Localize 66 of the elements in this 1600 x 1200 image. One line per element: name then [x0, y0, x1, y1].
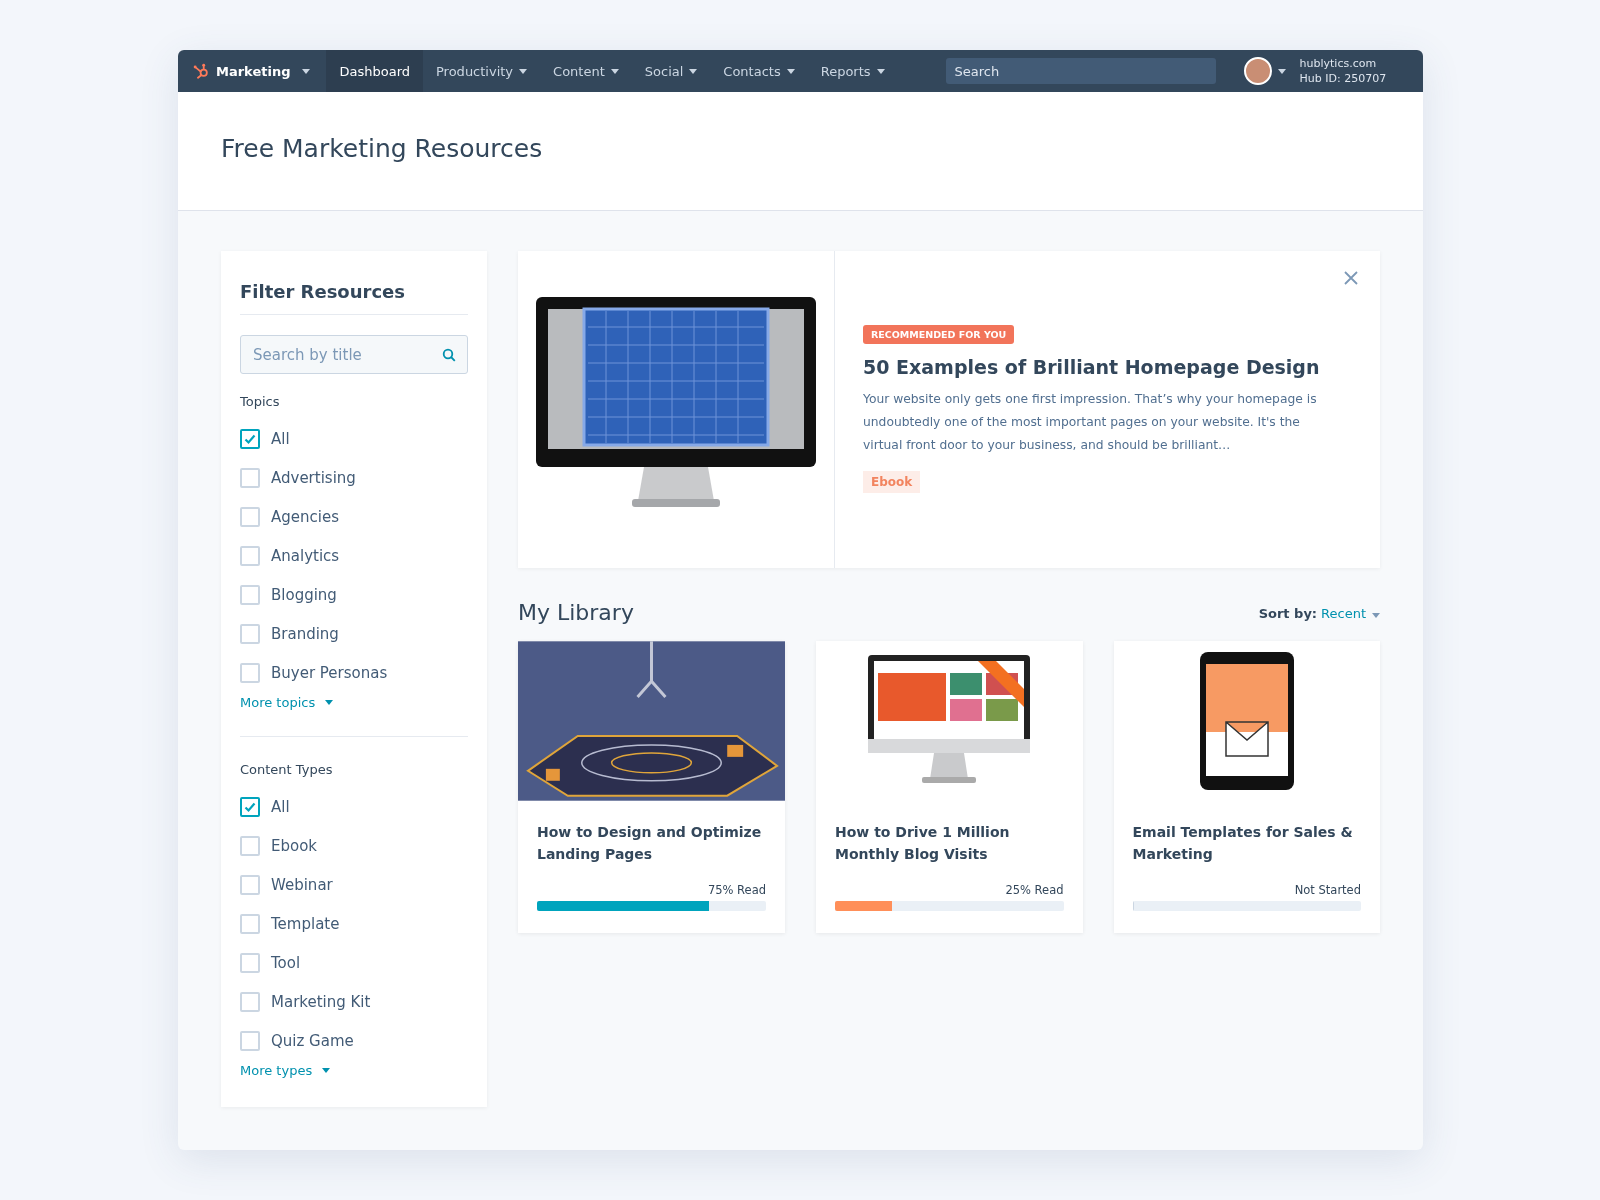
caret-icon[interactable]: [1277, 68, 1286, 74]
nav-tab[interactable]: Content: [540, 50, 632, 92]
recommended-badge: RECOMMENDED FOR YOU: [863, 325, 1015, 344]
checkbox-label: All: [271, 429, 290, 448]
content-type-tag: Ebook: [863, 471, 921, 493]
progress-status: Not Started: [1293, 883, 1361, 897]
checkbox[interactable]: [240, 584, 260, 605]
checkbox-label: Blogging: [271, 585, 337, 604]
hub-id: Hub ID: 250707: [1299, 71, 1387, 86]
search-icon: [442, 348, 456, 362]
search-field[interactable]: Search by title: [240, 335, 468, 374]
checkbox[interactable]: [240, 835, 260, 856]
nav-tab[interactable]: Contacts: [710, 50, 808, 92]
checkbox-label: Template: [271, 914, 340, 933]
checkbox-label: Ebook: [271, 836, 318, 855]
search-field[interactable]: Search: [945, 58, 1216, 84]
checkbox[interactable]: [240, 467, 260, 488]
featured-description: Your website only gets one first impression. That’s why your homepage is undoubtedly one of the most important pages on your website. It's the virtual front door to your business, and should be brilliant…: [863, 391, 1318, 454]
checkbox-label: Analytics: [271, 546, 340, 565]
checkbox[interactable]: [240, 506, 260, 527]
filter-group-title: Topics: [240, 394, 281, 409]
more-link[interactable]: More topics: [240, 695, 334, 710]
checkbox-label: Agencies: [271, 507, 339, 526]
resource-card[interactable]: Email Templates for Sales & Marketing Not Started: [1113, 641, 1380, 933]
avatar[interactable]: [1243, 57, 1272, 85]
checkbox-label: Webinar: [271, 875, 333, 894]
resource-title[interactable]: How to Drive 1 Million Monthly Blog Visits: [835, 821, 1064, 865]
sort-dropdown[interactable]: Recent: [1321, 606, 1380, 621]
brand-menu[interactable]: Marketing: [178, 50, 327, 92]
nav-tab[interactable]: Productivity: [423, 50, 541, 92]
checkbox[interactable]: [240, 623, 260, 644]
nav-tab[interactable]: Dashboard: [326, 50, 423, 92]
checkbox[interactable]: [240, 1030, 260, 1051]
progress-status: 75% Read: [706, 883, 766, 897]
resource-card[interactable]: How to Drive 1 Million Monthly Blog Visits 25% Read: [816, 641, 1083, 933]
filter-group-title: Content Types: [240, 762, 334, 777]
checkbox[interactable]: [240, 991, 260, 1012]
caret-icon: [302, 68, 311, 74]
checkbox-label: Branding: [271, 624, 339, 643]
library-title: My Library: [518, 600, 634, 625]
account-domain: hublytics.com: [1299, 56, 1378, 71]
more-link[interactable]: More types: [240, 1063, 331, 1078]
checkbox-label: Buyer Personas: [271, 663, 388, 682]
progress-status: 25% Read: [1004, 883, 1064, 897]
sprocket-logo-icon: [192, 62, 210, 80]
checkbox-label: Advertising: [271, 468, 356, 487]
checkbox-label: Quiz Game: [271, 1031, 354, 1050]
checkbox[interactable]: [240, 952, 260, 973]
checkbox-label: Tool: [271, 953, 301, 972]
featured-title[interactable]: 50 Examples of Brilliant Homepage Design: [863, 356, 1340, 378]
checkbox-label: Marketing Kit: [271, 992, 371, 1011]
filter-title: Filter Resources: [240, 281, 468, 315]
checkbox[interactable]: [240, 428, 260, 449]
resource-title[interactable]: Email Templates for Sales & Marketing: [1132, 821, 1361, 865]
resource-title[interactable]: How to Design and Optimize Landing Pages: [537, 821, 766, 865]
resource-card[interactable]: How to Design and Optimize Landing Pages 75% Read: [518, 641, 785, 933]
checkbox[interactable]: [240, 662, 260, 683]
checkbox[interactable]: [240, 545, 260, 566]
checkbox[interactable]: [240, 874, 260, 895]
page-title: Free Marketing Resources: [221, 133, 543, 163]
nav-tab[interactable]: Social: [631, 50, 711, 92]
sort-label: Sort by:: [1258, 606, 1318, 621]
checkbox[interactable]: [240, 796, 260, 817]
checkbox-label: All: [271, 797, 290, 816]
nav-tab[interactable]: Reports: [807, 50, 898, 92]
checkbox[interactable]: [240, 913, 260, 934]
